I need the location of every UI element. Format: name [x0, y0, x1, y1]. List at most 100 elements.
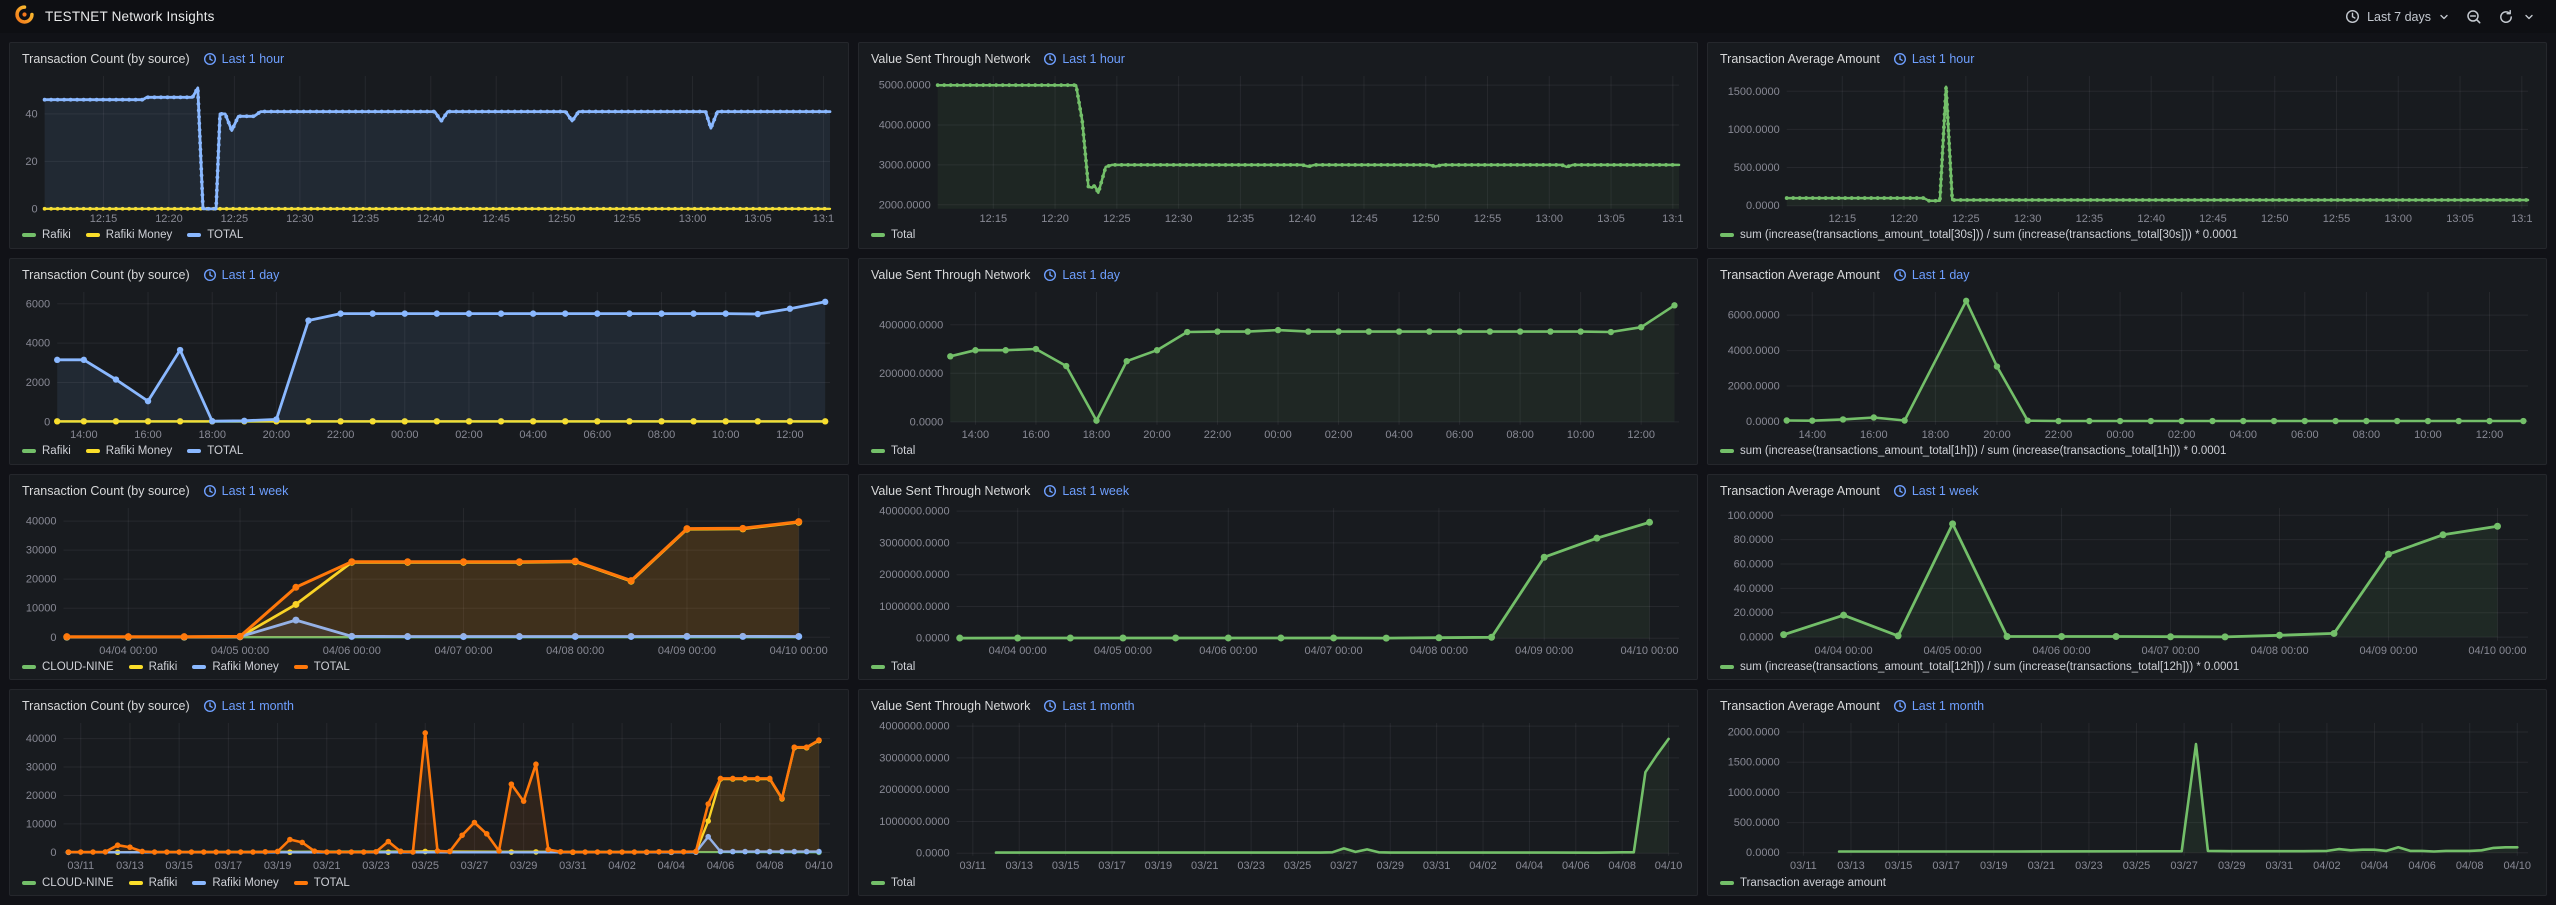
legend-item[interactable]: CLOUD-NINE [22, 661, 114, 673]
legend-item[interactable]: Rafiki [22, 229, 71, 241]
svg-text:03/15: 03/15 [165, 860, 193, 872]
panel-time-range-link[interactable]: Last 1 hour [1893, 52, 1975, 66]
svg-text:03/13: 03/13 [1837, 860, 1865, 872]
legend-label: sum (increase(transactions_amount_total[… [1740, 661, 2239, 673]
panel-time-range-link[interactable]: Last 1 hour [203, 52, 285, 66]
panel: Value Sent Through Network Last 1 week 04/… [858, 474, 1698, 681]
svg-text:04/06: 04/06 [1562, 860, 1590, 872]
legend-item[interactable]: Rafiki Money [86, 229, 172, 241]
clock-icon [1043, 699, 1057, 713]
panel-time-range-link[interactable]: Last 1 month [203, 699, 294, 713]
panel-title[interactable]: Transaction Count (by source) [22, 484, 190, 498]
legend-label: TOTAL [207, 229, 243, 241]
legend-item[interactable]: Rafiki Money [192, 661, 278, 673]
legend-item[interactable]: CLOUD-NINE [22, 877, 114, 889]
legend-label: Rafiki Money [212, 661, 278, 673]
legend-item[interactable]: TOTAL [187, 445, 243, 457]
panel-time-range-link[interactable]: Last 1 month [1043, 699, 1134, 713]
panel: Value Sent Through Network Last 1 month 03… [858, 689, 1698, 896]
svg-text:500.0000: 500.0000 [1734, 162, 1780, 174]
legend-item[interactable]: Rafiki Money [192, 877, 278, 889]
panel-title[interactable]: Transaction Average Amount [1720, 484, 1880, 498]
panel-title[interactable]: Value Sent Through Network [871, 484, 1030, 498]
panel-title[interactable]: Transaction Average Amount [1720, 52, 1880, 66]
chart-area: 12:1512:2012:2512:3012:3512:4012:4512:50… [1718, 70, 2536, 226]
legend-swatch [294, 665, 308, 669]
panel-title[interactable]: Value Sent Through Network [871, 699, 1030, 713]
legend-item[interactable]: Rafiki [129, 877, 178, 889]
svg-text:40: 40 [25, 108, 37, 120]
svg-text:13:1: 13:1 [1662, 213, 1683, 225]
time-range-picker[interactable]: Last 7 days [2338, 5, 2457, 28]
legend-label: Rafiki [42, 445, 71, 457]
refresh-button[interactable] [2491, 5, 2521, 29]
legend-item[interactable]: Total [871, 877, 915, 889]
svg-text:03/11: 03/11 [959, 860, 986, 872]
svg-text:20:00: 20:00 [263, 429, 291, 441]
grafana-logo-icon[interactable] [14, 4, 35, 30]
panel-title[interactable]: Transaction Count (by source) [22, 699, 190, 713]
dashboard-title: TESTNET Network Insights [45, 9, 215, 24]
panel-title[interactable]: Value Sent Through Network [871, 268, 1030, 282]
legend-item[interactable]: TOTAL [294, 661, 350, 673]
panel-header: Value Sent Through Network Last 1 week [869, 480, 1687, 502]
svg-text:1500.0000: 1500.0000 [1728, 86, 1780, 98]
panel-time-range-link[interactable]: Last 1 week [1893, 484, 1979, 498]
legend: sum (increase(transactions_amount_total[… [1718, 657, 2536, 676]
panel-title[interactable]: Transaction Average Amount [1720, 699, 1880, 713]
svg-text:12:50: 12:50 [1412, 213, 1440, 225]
panel-time-range-link[interactable]: Last 1 hour [1043, 52, 1125, 66]
legend-item[interactable]: Rafiki [22, 445, 71, 457]
svg-text:0: 0 [31, 203, 37, 215]
panel-title[interactable]: Transaction Count (by source) [22, 268, 190, 282]
panel-title[interactable]: Value Sent Through Network [871, 52, 1030, 66]
panel-time-range-label: Last 1 week [1912, 484, 1979, 498]
chart-area: 14:0016:0018:0020:0022:0000:0002:0004:00… [869, 286, 1687, 442]
svg-text:16:00: 16:00 [1860, 429, 1888, 441]
svg-text:12:30: 12:30 [2014, 213, 2042, 225]
svg-text:12:35: 12:35 [1227, 213, 1255, 225]
svg-text:0.0000: 0.0000 [916, 632, 950, 644]
svg-text:04/07 00:00: 04/07 00:00 [1305, 644, 1363, 656]
svg-text:10:00: 10:00 [2414, 429, 2442, 441]
svg-text:0: 0 [44, 416, 50, 428]
legend-item[interactable]: sum (increase(transactions_amount_total[… [1720, 661, 2239, 673]
svg-text:22:00: 22:00 [327, 429, 355, 441]
panel-time-range-link[interactable]: Last 1 month [1893, 699, 1984, 713]
legend: Total [869, 442, 1687, 461]
legend-item[interactable]: sum (increase(transactions_amount_total[… [1720, 445, 2226, 457]
legend-label: Rafiki Money [106, 229, 172, 241]
svg-text:12:20: 12:20 [1041, 213, 1069, 225]
clock-icon [1043, 484, 1057, 498]
svg-text:2000: 2000 [26, 377, 50, 389]
legend-item[interactable]: Total [871, 445, 915, 457]
panel-time-range-link[interactable]: Last 1 day [1043, 268, 1120, 282]
legend-item[interactable]: Rafiki [129, 661, 178, 673]
legend-item[interactable]: Total [871, 661, 915, 673]
panel-time-range-link[interactable]: Last 1 day [203, 268, 280, 282]
legend-item[interactable]: Total [871, 229, 915, 241]
panel-header: Value Sent Through Network Last 1 month [869, 695, 1687, 717]
svg-text:12:00: 12:00 [1627, 429, 1655, 441]
chart-area: 04/04 00:0004/05 00:0004/06 00:0004/07 0… [1718, 502, 2536, 658]
panel-time-range-link[interactable]: Last 1 week [1043, 484, 1129, 498]
panel-title[interactable]: Transaction Average Amount [1720, 268, 1880, 282]
svg-text:14:00: 14:00 [1798, 429, 1826, 441]
panel-time-range-link[interactable]: Last 1 week [203, 484, 289, 498]
legend-item[interactable]: Transaction average amount [1720, 877, 1886, 889]
legend-item[interactable]: TOTAL [294, 877, 350, 889]
legend-item[interactable]: Rafiki Money [86, 445, 172, 457]
zoom-out-button[interactable] [2459, 5, 2489, 29]
legend-item[interactable]: TOTAL [187, 229, 243, 241]
svg-text:04/06 00:00: 04/06 00:00 [2033, 644, 2091, 656]
time-series-chart: 03/1103/1303/1503/1703/1903/2103/2303/25… [20, 717, 838, 873]
panel-time-range-link[interactable]: Last 1 day [1893, 268, 1970, 282]
legend-item[interactable]: sum (increase(transactions_amount_total[… [1720, 229, 2238, 241]
svg-text:3000000.0000: 3000000.0000 [879, 753, 949, 765]
legend: sum (increase(transactions_amount_total[… [1718, 442, 2536, 461]
refresh-interval-dropdown[interactable] [2523, 7, 2542, 27]
svg-text:03/17: 03/17 [1932, 860, 1960, 872]
legend-label: Total [891, 445, 915, 457]
svg-text:1500.0000: 1500.0000 [1728, 757, 1780, 769]
panel-title[interactable]: Transaction Count (by source) [22, 52, 190, 66]
